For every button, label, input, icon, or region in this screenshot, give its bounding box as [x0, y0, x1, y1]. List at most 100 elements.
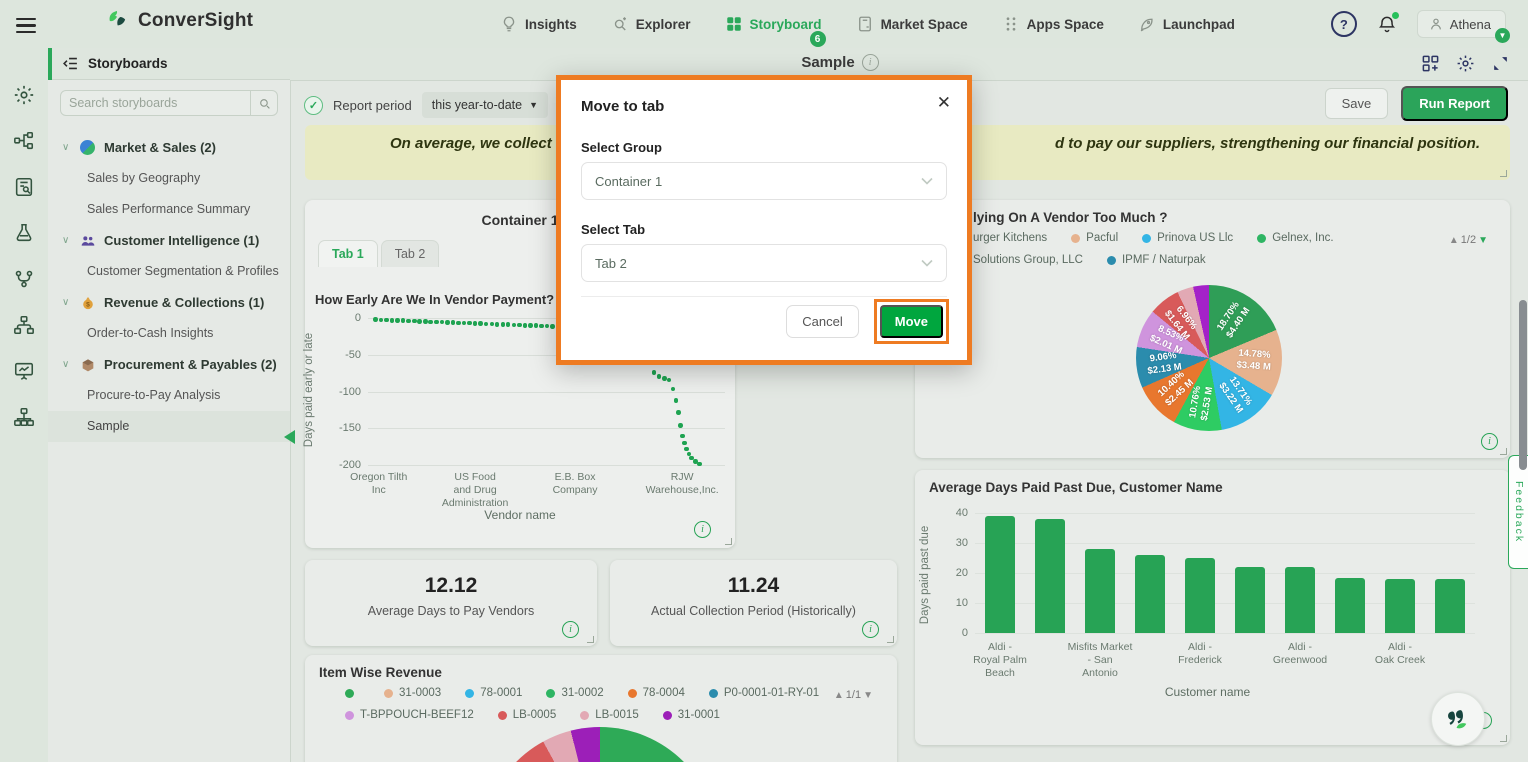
- page-down-icon[interactable]: ▼: [1478, 235, 1488, 246]
- notifications-bell-icon[interactable]: [1377, 14, 1397, 34]
- nav-item-explorer[interactable]: Explorer: [611, 15, 691, 33]
- resize-corner[interactable]: [1500, 735, 1507, 742]
- tree-group-market-sales-2[interactable]: ∨Market & Sales (2): [48, 132, 290, 163]
- resize-corner[interactable]: [887, 636, 894, 643]
- close-icon[interactable]: ✕: [937, 93, 951, 113]
- bar-3[interactable]: [1135, 555, 1165, 633]
- collapse-list-icon[interactable]: [62, 55, 79, 72]
- page-up-icon[interactable]: ▲: [1449, 235, 1459, 246]
- legend-item-urger-kitchens[interactable]: urger Kitchens: [973, 232, 1047, 244]
- settings-gear-icon[interactable]: [1456, 54, 1475, 73]
- legend-label: LB-0015: [595, 709, 638, 721]
- legend-pagination[interactable]: ▲ 1/2 ▼: [1449, 234, 1488, 246]
- bar-2[interactable]: [1085, 549, 1115, 633]
- tree-item-order-to-cash-insights[interactable]: Order-to-Cash Insights: [48, 318, 290, 349]
- presentation-icon[interactable]: [13, 360, 35, 382]
- info-icon[interactable]: i: [694, 521, 711, 538]
- tab-tab-1[interactable]: Tab 1: [318, 240, 378, 267]
- panel-collapse-arrow-icon[interactable]: [284, 430, 295, 444]
- nav-item-launchpad[interactable]: Launchpad: [1138, 15, 1235, 33]
- title-info-icon[interactable]: i: [862, 54, 879, 71]
- legend-item-gelnex-inc[interactable]: Gelnex, Inc.: [1257, 232, 1333, 244]
- hierarchy-icon[interactable]: [13, 130, 35, 152]
- tree-item-sample[interactable]: Sample: [48, 411, 290, 442]
- document-search-icon[interactable]: [13, 176, 35, 198]
- resize-corner[interactable]: [1500, 170, 1507, 177]
- cancel-button[interactable]: Cancel: [786, 305, 858, 338]
- bar-8[interactable]: [1385, 579, 1415, 633]
- bar-1[interactable]: [1035, 519, 1065, 633]
- tab-tab-2[interactable]: Tab 2: [381, 240, 440, 267]
- bar-0[interactable]: [985, 516, 1015, 633]
- report-period-select[interactable]: this year-to-date ▼: [422, 92, 548, 118]
- check-circle-icon[interactable]: ✓: [304, 96, 323, 115]
- flask-icon[interactable]: [13, 222, 35, 244]
- resize-corner[interactable]: [587, 636, 594, 643]
- feedback-tab[interactable]: Feedback: [1508, 455, 1528, 569]
- info-icon[interactable]: i: [1481, 433, 1498, 450]
- legend-item-lb-0015[interactable]: LB-0015: [580, 709, 638, 721]
- bar-chart-title: Average Days Paid Past Due, Customer Nam…: [929, 480, 1223, 495]
- tree-group-revenue-collections-1[interactable]: ∨$Revenue & Collections (1): [48, 287, 290, 318]
- nav-item-market-space[interactable]: Market Space: [856, 15, 968, 33]
- tree-group-procurement-payables-2[interactable]: ∨Procurement & Payables (2): [48, 349, 290, 380]
- conversight-logo[interactable]: ConverSight: [104, 8, 253, 34]
- bar-7[interactable]: [1335, 578, 1365, 634]
- info-icon[interactable]: i: [862, 621, 879, 638]
- nav-item-insights[interactable]: Insights: [500, 15, 577, 33]
- legend-item-31-0002[interactable]: 31-0002: [546, 687, 603, 699]
- run-report-button[interactable]: Run Report: [1401, 86, 1508, 121]
- menu-icon[interactable]: [16, 14, 36, 32]
- legend-item-p0-0001-01-ry-01[interactable]: P0-0001-01-RY-01: [709, 687, 819, 699]
- bar-plot[interactable]: 403020100Aldi - Royal Palm BeachMisfits …: [975, 513, 1475, 633]
- bar-4[interactable]: [1185, 558, 1215, 633]
- add-widget-icon[interactable]: [1421, 54, 1440, 73]
- assistant-chat-bubble[interactable]: [1431, 692, 1485, 746]
- org-chart-icon[interactable]: [13, 406, 35, 428]
- legend-item-solutions-group-llc[interactable]: Solutions Group, LLC: [973, 254, 1083, 266]
- tree-item-sales-by-geography[interactable]: Sales by Geography: [48, 163, 290, 194]
- nav-item-storyboard[interactable]: Storyboard6: [725, 15, 822, 33]
- help-icon[interactable]: ?: [1331, 11, 1357, 37]
- bar-9[interactable]: [1435, 579, 1465, 633]
- page-down-icon[interactable]: ▼: [863, 690, 873, 701]
- branch-icon[interactable]: [13, 268, 35, 290]
- sitemap-icon[interactable]: [13, 314, 35, 336]
- data-point: [384, 318, 389, 323]
- x-tick-label: Aldi - Royal Palm Beach: [973, 641, 1027, 680]
- legend-item-78-0001[interactable]: 78-0001: [465, 687, 522, 699]
- tree-item-sales-performance-summary[interactable]: Sales Performance Summary: [48, 194, 290, 225]
- tree-item-customer-segmentation-profiles[interactable]: Customer Segmentation & Profiles: [48, 256, 290, 287]
- legend-item-unlabeled[interactable]: [345, 689, 360, 698]
- legend-item-pacful[interactable]: Pacful: [1071, 232, 1118, 244]
- group-select[interactable]: Container 1: [581, 162, 947, 200]
- search-icon[interactable]: [250, 91, 277, 115]
- page-up-icon[interactable]: ▲: [834, 690, 844, 701]
- search-input[interactable]: [61, 96, 250, 110]
- legend-item-lb-0005[interactable]: LB-0005: [498, 709, 556, 721]
- x-tick-label: Aldi - Oak Creek: [1375, 641, 1425, 667]
- bar-5[interactable]: [1235, 567, 1265, 633]
- move-button[interactable]: Move: [880, 305, 943, 338]
- legend-item-ipmf-naturpak[interactable]: IPMF / Naturpak: [1107, 254, 1206, 266]
- settings-icon[interactable]: [13, 84, 35, 106]
- legend-item-78-0004[interactable]: 78-0004: [628, 687, 685, 699]
- tree-group-customer-intelligence-1[interactable]: ∨Customer Intelligence (1): [48, 225, 290, 256]
- bar-6[interactable]: [1285, 567, 1315, 633]
- user-menu[interactable]: Athena ▼: [1417, 10, 1506, 38]
- expand-icon[interactable]: [1491, 54, 1510, 73]
- legend-item-31-0001[interactable]: 31-0001: [663, 709, 720, 721]
- legend-item-31-0003[interactable]: 31-0003: [384, 687, 441, 699]
- resize-corner[interactable]: [725, 538, 732, 545]
- save-button[interactable]: Save: [1325, 88, 1389, 119]
- legend-item-t-bppouch-beef12[interactable]: T-BPPOUCH-BEEF12: [345, 709, 474, 721]
- item-pie-chart[interactable]: [482, 727, 718, 762]
- info-icon[interactable]: i: [562, 621, 579, 638]
- tree-item-procure-to-pay-analysis[interactable]: Procure-to-Pay Analysis: [48, 380, 290, 411]
- resize-corner[interactable]: [1500, 448, 1507, 455]
- legend-pagination[interactable]: ▲ 1/1 ▼: [834, 689, 873, 701]
- vertical-scrollbar[interactable]: [1519, 300, 1527, 470]
- nav-item-apps-space[interactable]: Apps Space: [1002, 15, 1104, 33]
- tab-select[interactable]: Tab 2: [581, 244, 947, 282]
- legend-item-prinova-us-llc[interactable]: Prinova US Llc: [1142, 232, 1233, 244]
